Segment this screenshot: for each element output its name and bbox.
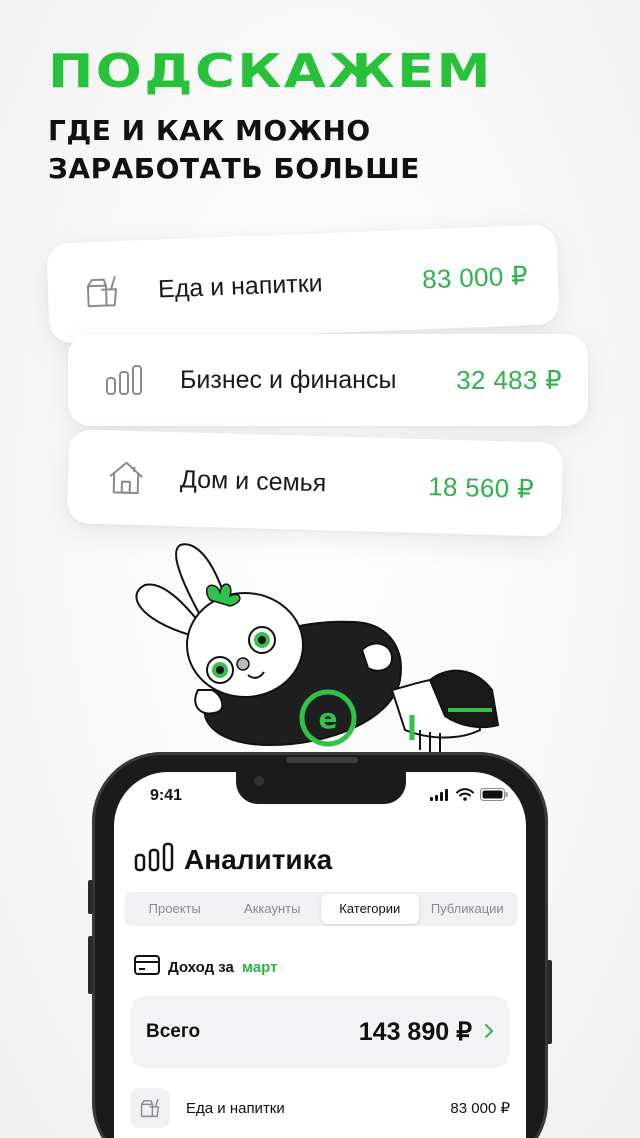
tab-projects[interactable]: Проекты [126,894,224,924]
cellular-signal-icon [430,788,450,806]
camera-icon [254,776,264,786]
segmented-tabs: Проекты Аккаунты Категории Публикации [124,892,518,926]
promo-card-amount: 18 560 ₽ [427,470,535,504]
wifi-icon [456,788,474,806]
page-title: Аналитика [184,843,333,875]
status-time: 9:41 [150,787,183,804]
list-item[interactable]: Еда и напитки 83 000 ₽ [130,1086,510,1130]
list-item-value: 83 000 ₽ [450,1100,510,1117]
bar-chart-icon [134,842,174,877]
income-period: Доход за март [134,955,277,979]
income-label: Доход за [168,958,234,976]
promo-card-food: Еда и напитки 83 000 ₽ [46,224,560,344]
total-value: 143 890 ₽ [358,1018,472,1046]
food-drink-icon [130,1088,170,1128]
tab-publications[interactable]: Публикации [419,894,517,924]
promo-card-label: Бизнес и финансы [180,365,397,394]
battery-icon [480,788,508,806]
credit-card-icon [134,955,160,979]
total-label: Всего [146,1021,201,1042]
rabbit-mascot-illustration: e [135,543,500,752]
svg-text:e: e [319,702,338,735]
promo-card-home: Дом и семья 18 560 ₽ [66,429,564,537]
promo-card-amount: 83 000 ₽ [421,259,529,294]
total-row[interactable]: Всего 143 890 ₽ [130,996,510,1068]
phone-notch [236,768,406,804]
phone-button [88,936,93,994]
phone-button [88,880,93,914]
tab-accounts[interactable]: Аккаунты [224,894,322,924]
page-header: Аналитика [134,842,332,877]
headline: ПОДСКАЖЕМ [48,44,493,98]
promo-card-label: Дом и семья [179,464,327,497]
tab-categories[interactable]: Категории [321,894,419,924]
promo-card-label: Еда и напитки [157,268,324,304]
list-item-label: Еда и напитки [186,1099,285,1117]
status-icons [430,788,508,806]
phone-speaker [286,757,358,763]
promo-card-business: Бизнес и финансы 32 483 ₽ [68,334,588,426]
house-icon [106,457,147,498]
promo-card-amount: 32 483 ₽ [456,364,562,395]
phone-button [547,960,552,1044]
food-drink-icon [81,271,123,313]
bar-chart-icon [104,360,144,400]
income-month-selector[interactable]: март [242,959,278,976]
chevron-right-icon [484,1019,494,1045]
subheadline: ГДЕ И КАК МОЖНО ЗАРАБОТАТЬ БОЛЬШЕ [48,114,420,185]
